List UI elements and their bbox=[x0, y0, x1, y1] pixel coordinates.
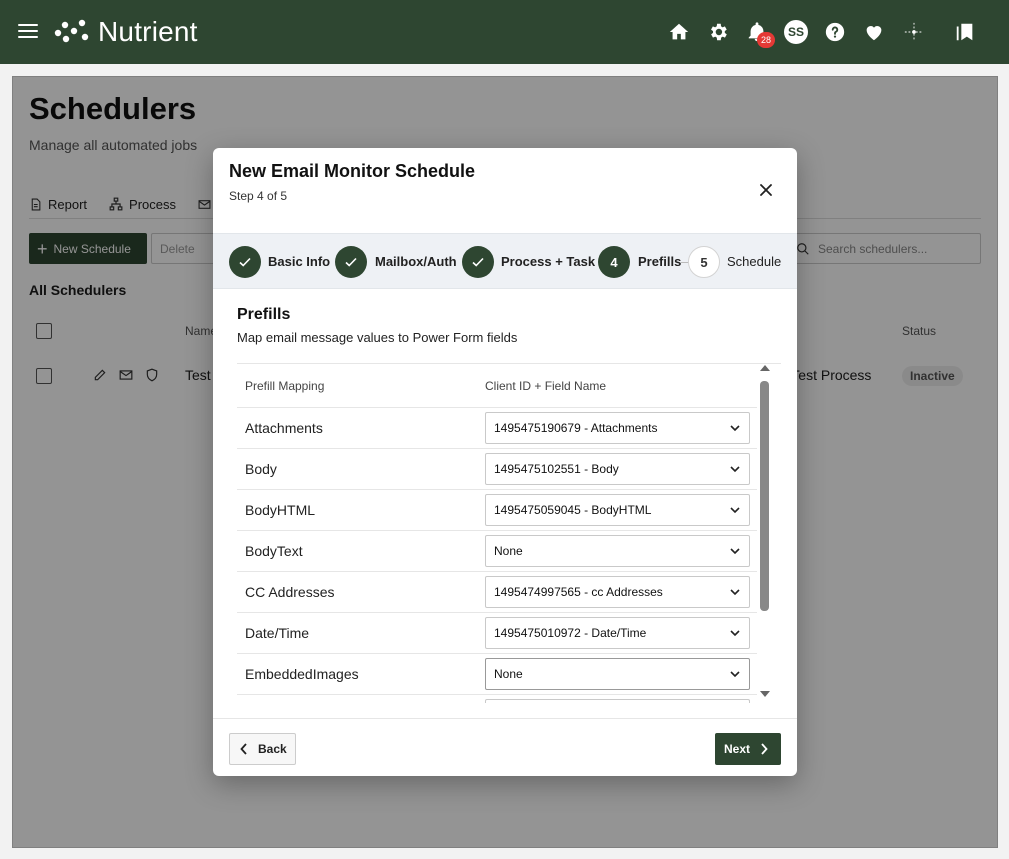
table-header: Prefill Mapping Client ID + Field Name bbox=[237, 364, 757, 408]
select-value: 1495475059045 - BodyHTML bbox=[494, 503, 652, 517]
field-select[interactable]: 1495474997565 - cc Addresses bbox=[485, 576, 750, 608]
check-icon bbox=[472, 257, 484, 267]
row-label: Date/Time bbox=[245, 625, 310, 641]
table-row: Attachments 1495475190679 - Attachments bbox=[237, 408, 757, 449]
chevron-left-icon bbox=[240, 743, 247, 755]
dialog-title: New Email Monitor Schedule bbox=[229, 161, 476, 181]
gear-icon[interactable] bbox=[706, 20, 730, 44]
step-3-label: Process + Task bbox=[501, 254, 596, 269]
field-select[interactable]: 1495475102551 - Body bbox=[485, 453, 750, 485]
table-row: Date/Time 1495475010972 - Date/Time bbox=[237, 613, 757, 654]
step-5-label: Schedule bbox=[727, 254, 782, 269]
table-row: Body 1495475102551 - Body bbox=[237, 449, 757, 490]
select-value: 1495475102551 - Body bbox=[494, 462, 619, 476]
sparkle-icon[interactable] bbox=[902, 20, 926, 44]
row-label: EmbeddedImages bbox=[245, 666, 359, 682]
section-title: Prefills bbox=[237, 306, 291, 323]
select-value: 1495475190679 - Attachments bbox=[494, 421, 658, 435]
chevron-down-icon bbox=[730, 425, 740, 432]
table-row: BodyHTML 1495475059045 - BodyHTML bbox=[237, 490, 757, 531]
chevron-down-icon bbox=[730, 630, 740, 637]
select-value: 1495475010972 - Date/Time bbox=[494, 626, 647, 640]
dialog-footer: Back Next bbox=[213, 718, 797, 776]
step-2-label: Mailbox/Auth bbox=[375, 254, 457, 269]
step-4-label: Prefills bbox=[638, 254, 682, 269]
nutrient-logo-icon bbox=[54, 19, 89, 43]
table-row: CC Addresses 1495474997565 - cc Addresse… bbox=[237, 572, 757, 613]
menu-icon[interactable] bbox=[18, 24, 38, 40]
row-label: Attachments bbox=[245, 420, 323, 436]
chevron-down-icon bbox=[730, 507, 740, 514]
row-label: BodyHTML bbox=[245, 502, 316, 518]
notification-badge: 28 bbox=[757, 32, 775, 48]
back-label: Back bbox=[258, 742, 287, 756]
step-4-circle[interactable]: 4 bbox=[598, 246, 630, 278]
step-2-circle[interactable] bbox=[335, 246, 367, 278]
field-select[interactable]: 1495475010972 - Date/Time bbox=[485, 617, 750, 649]
top-bar: Nutrient 28 SS bbox=[0, 0, 1009, 64]
dialog-step-text: Step 4 of 5 bbox=[229, 189, 288, 203]
chevron-down-icon bbox=[730, 548, 740, 555]
table-row: EmbeddedImages None bbox=[237, 654, 757, 695]
new-email-monitor-dialog: New Email Monitor Schedule Step 4 of 5 B… bbox=[213, 148, 797, 776]
field-select[interactable]: 1495475059045 - BodyHTML bbox=[485, 494, 750, 526]
step-1-circle[interactable] bbox=[229, 246, 261, 278]
check-icon bbox=[345, 257, 357, 267]
column-header-field: Client ID + Field Name bbox=[485, 379, 607, 393]
chevron-right-icon bbox=[761, 743, 768, 755]
step-1-label: Basic Info bbox=[268, 254, 331, 269]
stepper: Basic Info Mailbox/Auth Process + Task 4… bbox=[213, 233, 797, 289]
scrollbar-thumb[interactable] bbox=[760, 381, 769, 611]
next-label: Next bbox=[724, 742, 751, 756]
logo[interactable]: Nutrient bbox=[54, 16, 198, 48]
step-3-circle[interactable] bbox=[462, 246, 494, 278]
column-header-prefill: Prefill Mapping bbox=[245, 379, 325, 393]
scroll-down-icon[interactable] bbox=[760, 691, 770, 697]
chevron-down-icon bbox=[730, 589, 740, 596]
field-select[interactable]: None bbox=[485, 535, 750, 567]
chevron-down-icon bbox=[730, 671, 740, 678]
select-value: 1495474997565 - cc Addresses bbox=[494, 585, 663, 599]
section-subtitle: Map email message values to Power Form f… bbox=[237, 330, 518, 345]
prefill-table: Prefill Mapping Client ID + Field Name A… bbox=[237, 363, 781, 703]
chevron-down-icon bbox=[730, 466, 740, 473]
field-select[interactable]: None bbox=[485, 658, 750, 690]
back-button[interactable]: Back bbox=[229, 733, 296, 765]
select-value: None bbox=[494, 544, 523, 558]
field-select[interactable]: 1495475190679 - Attachments bbox=[485, 412, 750, 444]
select-value: None bbox=[494, 667, 523, 681]
row-label: CC Addresses bbox=[245, 584, 335, 600]
table-row: BodyText None bbox=[237, 531, 757, 572]
bookmark-icon[interactable] bbox=[953, 20, 977, 44]
logo-text: Nutrient bbox=[98, 16, 198, 47]
step-5-circle[interactable]: 5 bbox=[688, 246, 720, 278]
avatar[interactable]: SS bbox=[784, 20, 808, 44]
close-icon[interactable] bbox=[757, 181, 775, 199]
help-icon[interactable] bbox=[823, 20, 847, 44]
row-label: Body bbox=[245, 461, 277, 477]
scroll-up-icon[interactable] bbox=[760, 365, 770, 371]
table-scrollbar[interactable] bbox=[757, 361, 773, 701]
heart-icon[interactable] bbox=[862, 20, 886, 44]
table-row-partial bbox=[237, 695, 757, 703]
field-select[interactable] bbox=[485, 699, 750, 703]
next-button[interactable]: Next bbox=[715, 733, 781, 765]
row-label: BodyText bbox=[245, 543, 303, 559]
check-icon bbox=[239, 257, 251, 267]
home-icon[interactable] bbox=[667, 20, 691, 44]
